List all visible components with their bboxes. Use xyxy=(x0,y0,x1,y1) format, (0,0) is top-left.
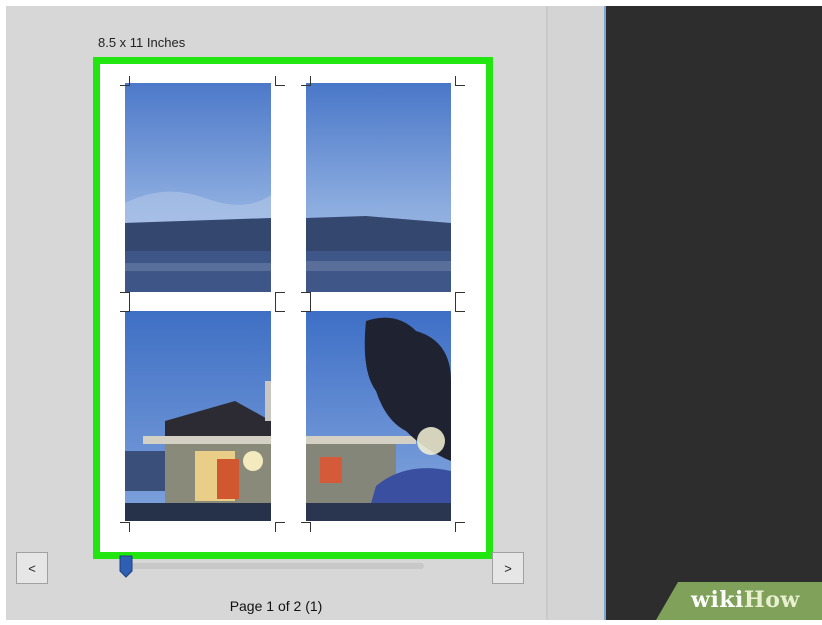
page-counter: Page 1 of 2 (1) xyxy=(229,598,323,614)
crop-mark-icon xyxy=(301,522,311,532)
crop-mark-icon xyxy=(455,302,465,312)
previous-page-button[interactable]: < xyxy=(16,552,48,584)
crop-mark-icon xyxy=(275,302,285,312)
photo-tile-top-right xyxy=(306,83,451,292)
crop-mark-icon xyxy=(301,302,311,312)
paper-size-label: 8.5 x 11 Inches xyxy=(98,35,186,50)
photo-tile-top-left xyxy=(125,83,271,292)
crop-mark-icon xyxy=(455,76,465,86)
side-panel xyxy=(548,6,604,620)
crop-mark-icon xyxy=(275,292,285,302)
print-preview-window: 8.5 x 11 Inches < > Page 1 of 2 (1) xyxy=(6,6,822,620)
crop-mark-icon xyxy=(120,292,130,302)
photo-tile-bottom-left xyxy=(125,311,271,521)
crop-mark-icon xyxy=(455,292,465,302)
crop-mark-icon xyxy=(275,522,285,532)
wikihow-watermark: wikiHow xyxy=(656,582,822,620)
photo-tile-bottom-right xyxy=(306,311,451,521)
crop-mark-icon xyxy=(275,76,285,86)
page-slider[interactable] xyxy=(122,563,424,569)
crop-mark-icon xyxy=(120,302,130,312)
print-page-preview xyxy=(93,57,493,559)
crop-mark-icon xyxy=(301,76,311,86)
dark-workspace xyxy=(606,6,822,620)
next-page-button[interactable]: > xyxy=(492,552,524,584)
preview-pane: 8.5 x 11 Inches < > Page 1 of 2 (1) xyxy=(6,6,546,620)
crop-mark-icon xyxy=(120,76,130,86)
crop-mark-icon xyxy=(120,522,130,532)
crop-mark-icon xyxy=(455,522,465,532)
crop-mark-icon xyxy=(301,292,311,302)
slider-thumb-icon[interactable] xyxy=(118,554,134,578)
watermark-text: wikiHow xyxy=(691,587,800,613)
